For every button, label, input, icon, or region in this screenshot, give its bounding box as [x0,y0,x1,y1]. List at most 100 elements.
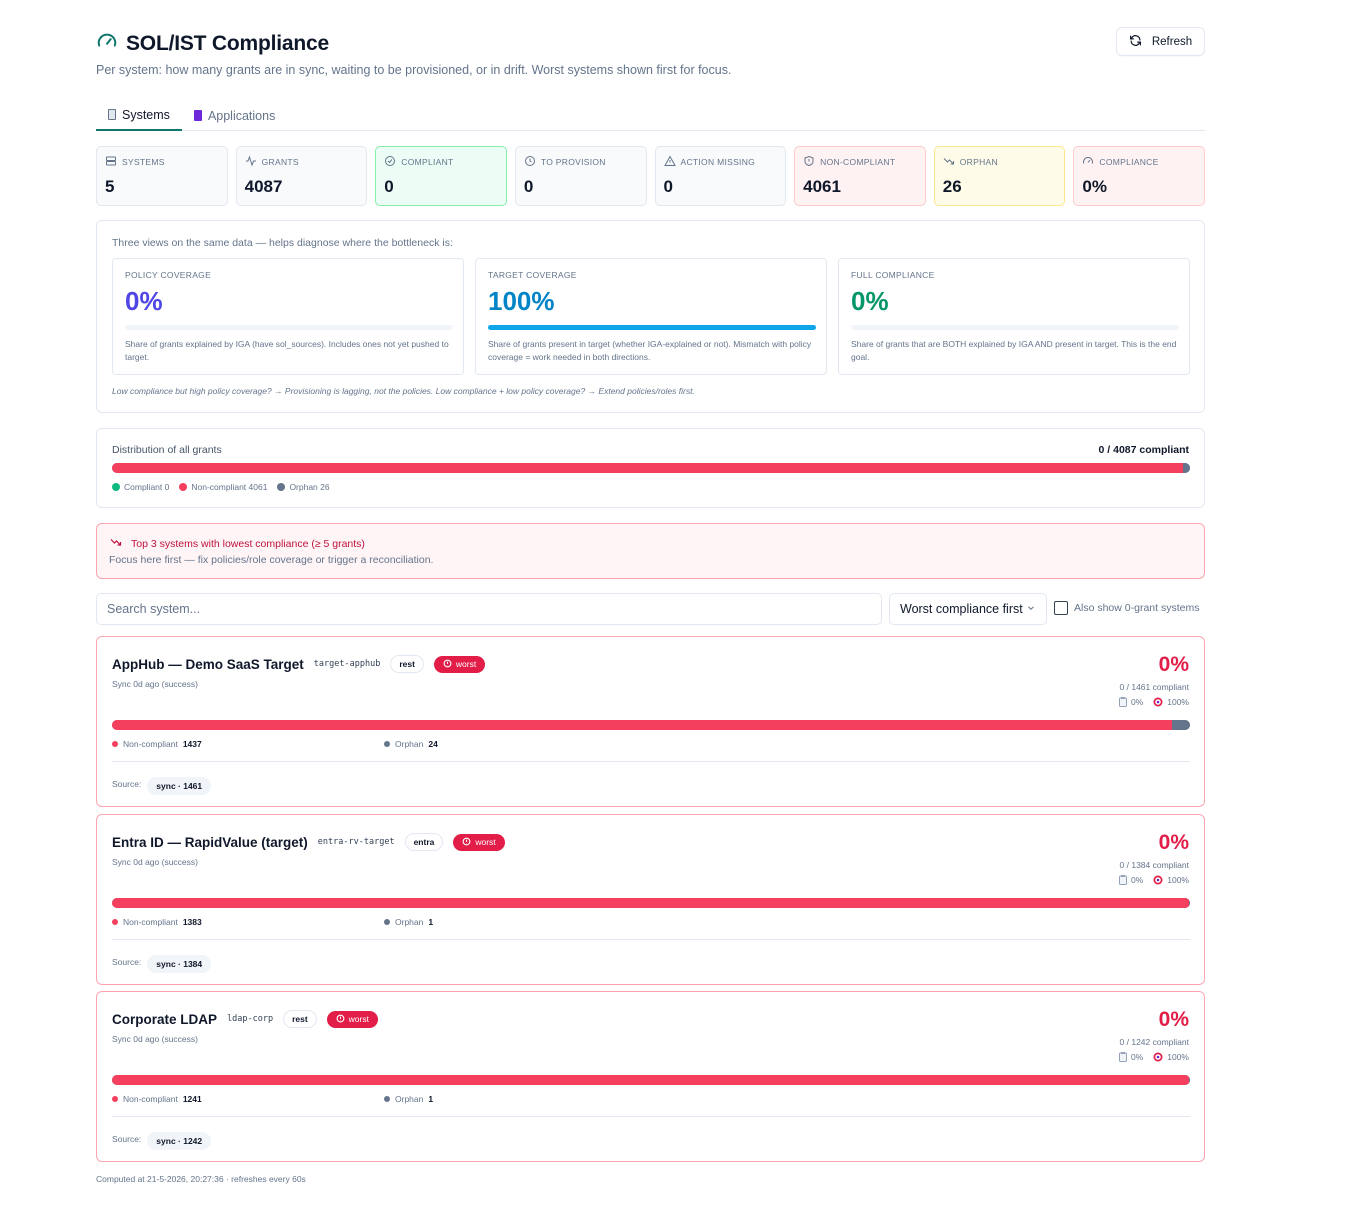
distribution-legend: Compliant 0 Non-compliant 4061 Orphan 26 [112,482,330,492]
sort-select[interactable]: Worst compliance first [889,593,1047,625]
dot-icon [384,741,390,747]
card-value: 0% [851,286,889,316]
system-code: target-apphub [313,659,381,669]
target-value: 100% [1167,875,1189,885]
orphan-segment [1189,1075,1190,1085]
activity-icon [245,155,257,169]
shield-alert-icon [803,155,815,169]
dot-icon [112,483,120,491]
clipboard-icon [1118,875,1127,885]
kpi-row: SYSTEMS 5 GRANTS 4087 COMPLIANT 0 TO PRO… [96,146,1205,206]
dot-icon [112,1096,118,1102]
checkbox[interactable] [1054,601,1068,615]
compliant-count: 0 / 1461 compliant [1119,682,1189,692]
system-type-badge: rest [283,1010,317,1028]
count-value: 1437 [182,739,202,749]
source-row: Source: sync · 1384 [112,951,212,973]
worst-systems-alert: Top 3 systems with lowest compliance (≥ … [96,523,1205,579]
sync-status: Sync 0d ago (success) [112,679,198,689]
refresh-label: Refresh [1151,35,1193,48]
compliance-percent: 0% [1158,831,1189,854]
views-note: Low compliance but high policy coverage?… [112,386,695,396]
kpi-label: COMPLIANCE [1099,157,1159,167]
footer-note: Computed at 21-5-2026, 20:27:36 · refres… [96,1174,306,1184]
progress-bar [851,325,1179,330]
non-compliant-count: Non-compliant 1241 [112,1094,202,1104]
worst-label: worst [455,659,477,669]
header: SOL/IST Compliance Per system: how many … [96,0,1205,131]
compliance-percent: 0% [1158,653,1189,676]
system-name: Corporate LDAP [112,1011,218,1027]
system-code: entra-rv-target [317,837,395,847]
count-label: Orphan [395,739,424,749]
source-row: Source: sync · 1242 [112,1128,212,1150]
worst-label: worst [475,837,496,847]
clipboard-icon [1118,697,1127,707]
non-compliant-count: Non-compliant 1437 [112,739,202,749]
check-circle-icon [384,155,396,169]
count-label: Non-compliant [123,1094,178,1104]
source-tag: sync · 1384 [147,955,212,973]
gauge-icon [1082,155,1094,169]
clock-icon [524,155,536,169]
chevron-down-icon [1026,602,1036,616]
system-type-badge: entra [404,833,444,851]
alert-title-row: Top 3 systems with lowest compliance (≥ … [109,536,365,551]
kpi-label: TO PROVISION [540,157,606,167]
card-value: 100% [488,286,555,316]
alert-circle-icon [443,659,452,670]
system-header: Entra ID — RapidValue (target) entra-rv-… [112,833,505,851]
grant-distribution: Distribution of all grants 0 / 4087 comp… [96,428,1205,508]
alert-subtitle: Focus here first — fix policies/role cov… [109,554,434,566]
server-icon [105,155,117,169]
kpi-compliant: COMPLIANT 0 [375,146,507,206]
card-desc: Share of grants present in target (wheth… [488,339,812,362]
legend-label: Orphan 26 [289,482,330,492]
system-code: ldap-corp [227,1014,274,1024]
kpi-label: COMPLIANT [401,157,454,167]
orphan-count: Orphan 1 [384,917,433,927]
progress-bar [125,325,453,330]
alert-circle-icon [336,1014,345,1025]
kpi-value: 4061 [803,177,841,196]
kpi-compliance: COMPLIANCE 0% [1073,146,1205,206]
alert-circle-icon [462,837,471,848]
zero-grant-toggle[interactable]: Also show 0-grant systems [1054,601,1199,615]
distribution-title: Distribution of all grants [112,444,222,456]
target-icon [1153,875,1163,885]
search-input[interactable] [96,593,882,625]
distribution-bar [112,463,1190,473]
target-icon [1153,1052,1163,1062]
coverage-mini: 0% 100% [1118,875,1189,885]
system-header: Corporate LDAP ldap-corp rest worst [112,1010,378,1028]
count-value: 1 [428,1094,434,1104]
page-title: SOL/IST Compliance [126,31,329,55]
tab-systems[interactable]: Systems [96,100,182,131]
kpi-value: 0 [523,177,534,196]
page-subtitle: Per system: how many grants are in sync,… [96,63,732,77]
compliant-count: 0 / 1384 compliant [1119,860,1189,870]
card-value: 0% [125,286,163,316]
target-icon [1153,697,1163,707]
system-card[interactable]: AppHub — Demo SaaS Target target-apphub … [96,636,1205,807]
count-label: Orphan [395,1094,424,1104]
source-tag: sync · 1461 [147,777,212,795]
tab-label: Applications [207,108,276,123]
legend-item: Compliant 0 [112,482,169,492]
worst-badge: worst [326,1010,378,1028]
system-card[interactable]: Corporate LDAP ldap-corp rest worst Sync… [96,991,1205,1162]
app-icon [193,110,202,121]
refresh-button[interactable]: Refresh [1116,27,1205,56]
system-card[interactable]: Entra ID — RapidValue (target) entra-rv-… [96,814,1205,985]
kpi-action-missing: ACTION MISSING 0 [654,146,787,206]
alert-title: Top 3 systems with lowest compliance (≥ … [131,537,365,550]
target-coverage-mini: 100% [1153,1052,1189,1062]
full-compliance-card: FULL COMPLIANCE 0% Share of grants that … [838,258,1190,375]
card-desc: Share of grants explained by IGA (have s… [125,339,449,362]
tab-applications[interactable]: Applications [182,100,287,131]
orphan-segment [1172,720,1190,730]
orphan-count: Orphan 1 [384,1094,433,1104]
filter-bar: Worst compliance first Also show 0-grant… [96,593,1205,625]
source-label: Source: [112,957,142,967]
system-type-badge: rest [390,655,424,673]
